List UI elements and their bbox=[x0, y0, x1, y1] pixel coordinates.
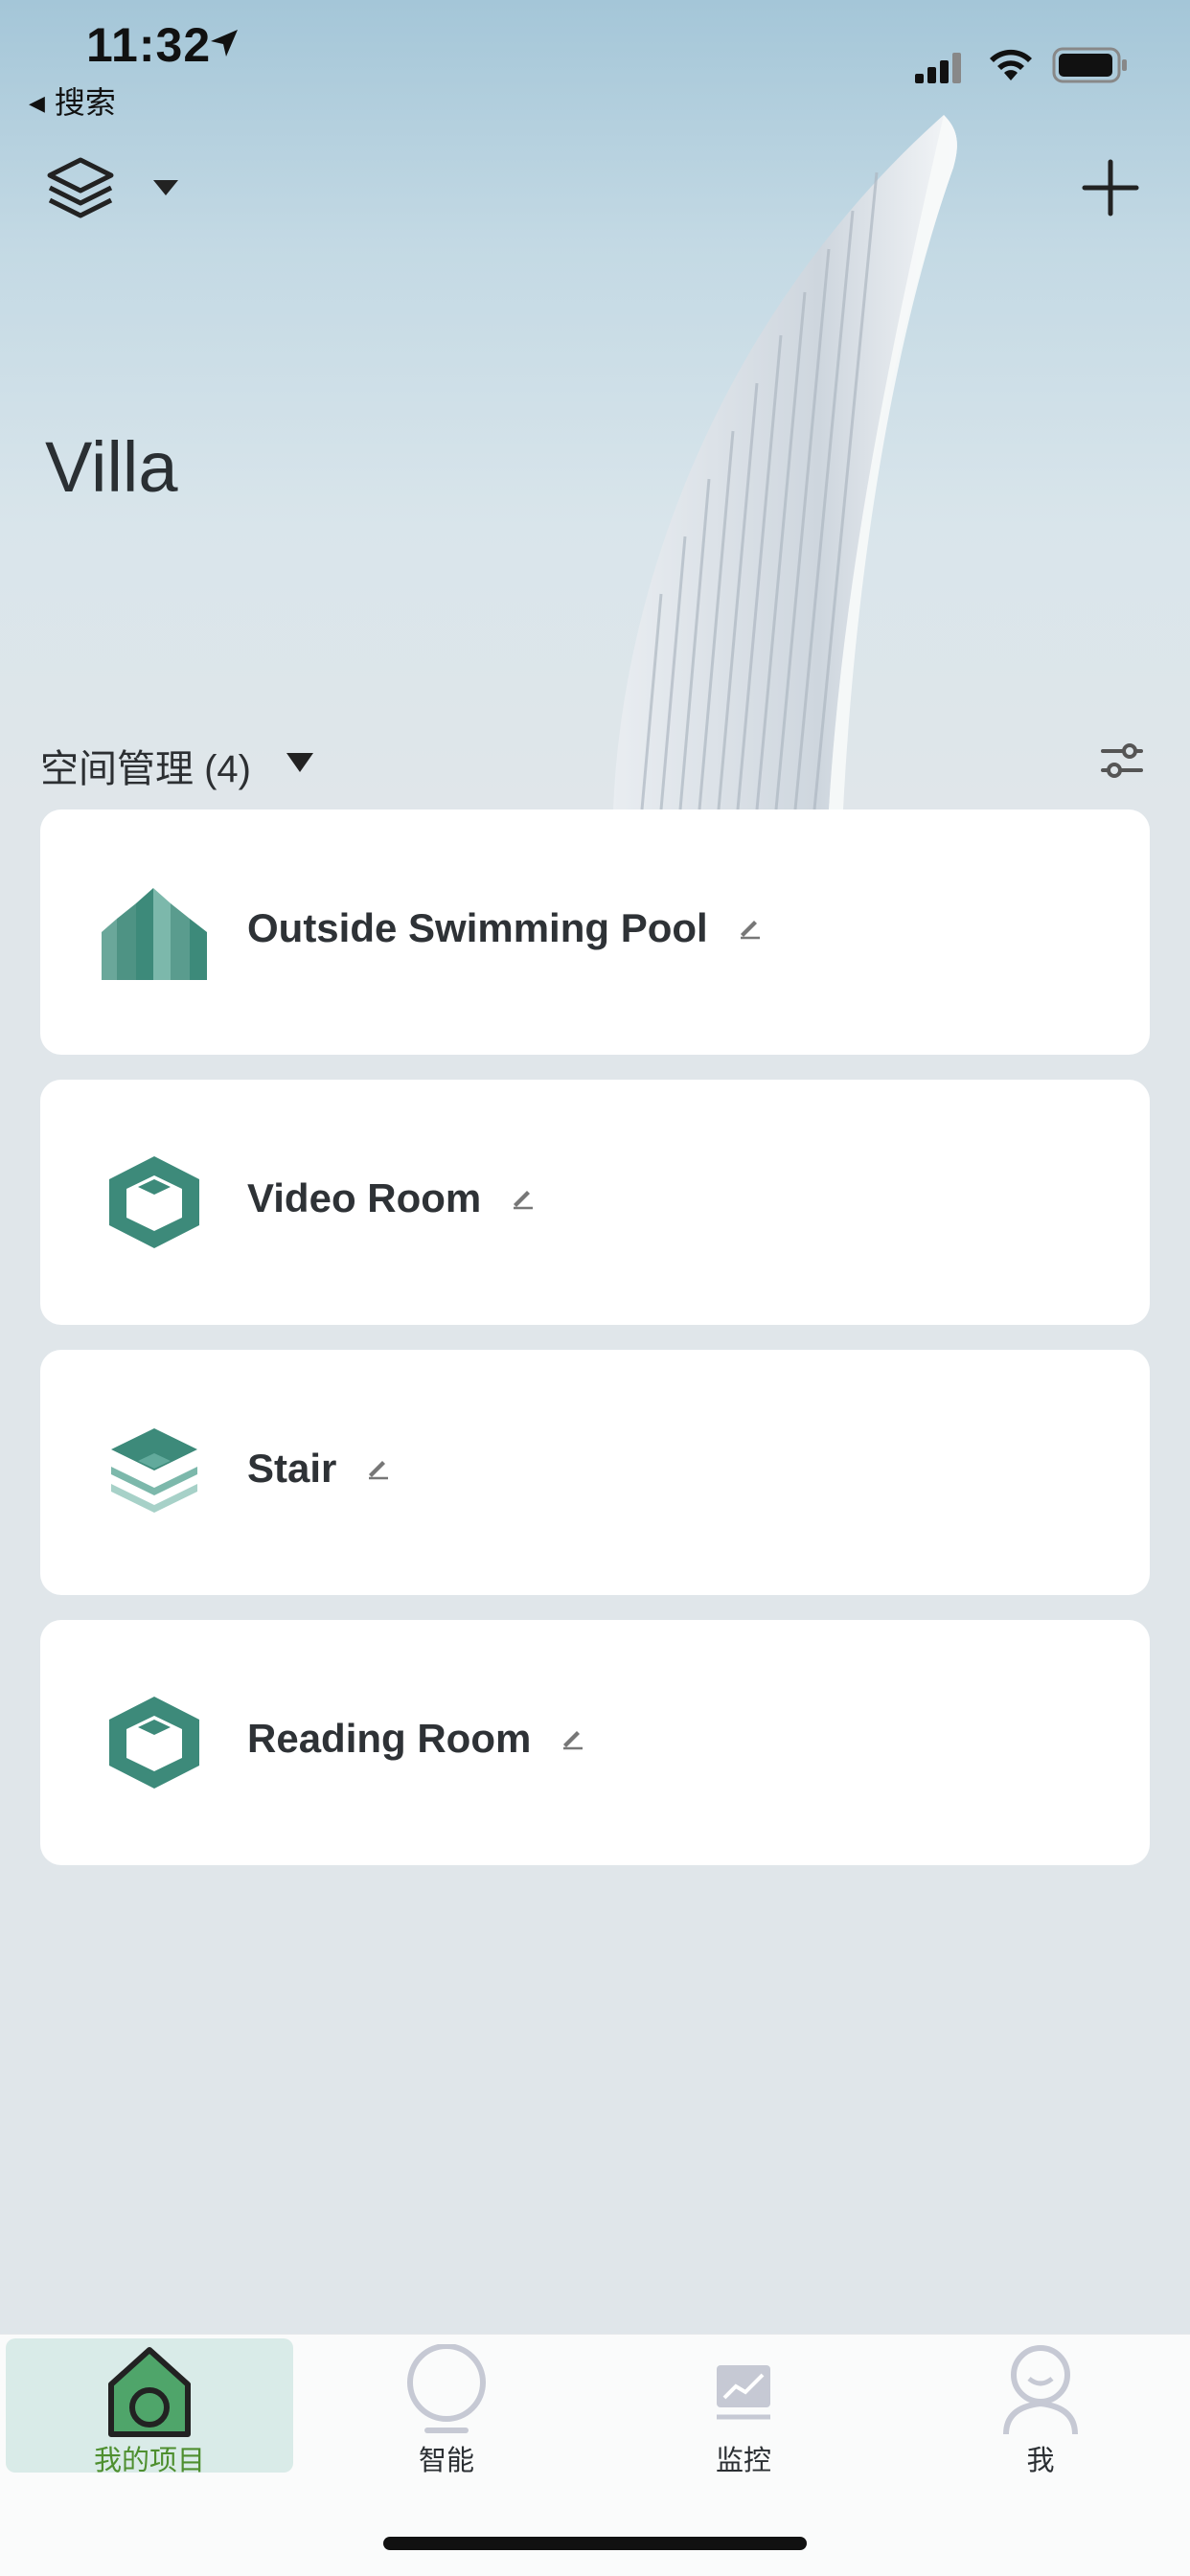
wifi-icon bbox=[990, 49, 1032, 80]
back-label: 搜索 bbox=[54, 85, 116, 120]
edit-pencil-icon[interactable] bbox=[365, 1455, 390, 1480]
tab-monitor[interactable]: 监控 bbox=[600, 2338, 887, 2476]
status-bar: 11:32 ◀ 搜索 bbox=[0, 0, 1190, 134]
edit-pencil-icon[interactable] bbox=[510, 1185, 535, 1210]
cellular-signal-icon bbox=[915, 53, 961, 83]
status-time: 11:32 bbox=[86, 18, 212, 72]
space-name-row: Reading Room bbox=[247, 1716, 584, 1762]
edit-pencil-icon[interactable] bbox=[560, 1725, 584, 1750]
space-card-outside-swimming-pool[interactable]: Outside Swimming Pool bbox=[40, 809, 1150, 1055]
project-dropdown-caret[interactable] bbox=[151, 178, 180, 197]
battery-icon bbox=[1052, 47, 1127, 83]
section-caret-icon[interactable] bbox=[286, 751, 314, 774]
space-card-stair[interactable]: Stair bbox=[40, 1350, 1150, 1595]
space-management-dropdown[interactable]: 空间管理 (4) bbox=[40, 738, 251, 793]
home-indicator bbox=[383, 2537, 807, 2550]
user-icon bbox=[1003, 2345, 1078, 2435]
add-button[interactable] bbox=[1079, 156, 1142, 219]
home-icon bbox=[108, 2347, 191, 2437]
space-card-reading-room[interactable]: Reading Room bbox=[40, 1620, 1150, 1865]
space-name-row: Outside Swimming Pool bbox=[247, 905, 762, 951]
tab-my-projects[interactable]: 我的项目 bbox=[6, 2338, 293, 2476]
room-hexagon-icon bbox=[109, 1156, 199, 1248]
room-hexagon-icon bbox=[109, 1697, 199, 1789]
chart-icon bbox=[717, 2365, 770, 2420]
tab-label: 智能 bbox=[418, 2446, 474, 2476]
back-to-search-link[interactable]: ◀ 搜索 bbox=[29, 79, 116, 123]
tab-label: 我的项目 bbox=[93, 2446, 205, 2476]
bulb-icon bbox=[407, 2344, 486, 2433]
project-title: Villa bbox=[45, 427, 178, 507]
location-arrow-icon bbox=[211, 30, 238, 57]
edit-pencil-icon[interactable] bbox=[737, 915, 762, 940]
space-name-row: Stair bbox=[247, 1446, 390, 1492]
back-triangle-icon: ◀ bbox=[29, 91, 45, 115]
layers-switch-button[interactable] bbox=[46, 156, 115, 219]
space-name: Video Room bbox=[247, 1175, 482, 1220]
filter-settings-button[interactable] bbox=[1097, 736, 1147, 786]
space-name: Stair bbox=[247, 1446, 337, 1491]
tab-smart[interactable]: 智能 bbox=[303, 2338, 590, 2476]
space-name: Reading Room bbox=[247, 1716, 532, 1761]
building-icon bbox=[102, 888, 207, 980]
floor-layers-icon bbox=[111, 1428, 197, 1513]
tab-label: 我 bbox=[1026, 2446, 1055, 2476]
space-name-row: Video Room bbox=[247, 1175, 535, 1221]
space-management-header: 空间管理 (4) bbox=[40, 736, 1152, 790]
space-name: Outside Swimming Pool bbox=[247, 905, 708, 950]
tab-label: 监控 bbox=[715, 2446, 771, 2476]
tab-me[interactable]: 我 bbox=[897, 2338, 1184, 2476]
space-card-video-room[interactable]: Video Room bbox=[40, 1080, 1150, 1325]
